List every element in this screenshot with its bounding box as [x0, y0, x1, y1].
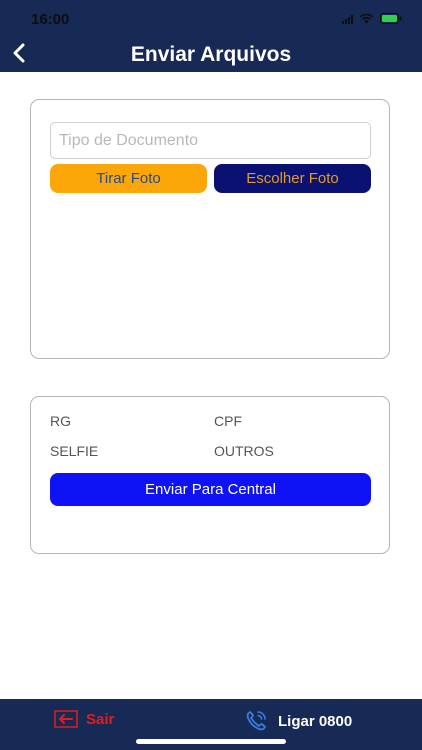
- page-title: Enviar Arquivos: [130, 43, 292, 66]
- doc-item-rg: RG: [50, 413, 71, 429]
- upload-card: Tirar Foto Escolher Foto: [30, 99, 390, 359]
- send-to-central-button[interactable]: Enviar Para Central: [50, 473, 371, 506]
- doc-item-cpf: CPF: [214, 413, 242, 429]
- app-header: 16:00 Enviar Arquivos: [0, 0, 422, 72]
- logout-arrow-icon: [54, 710, 78, 728]
- call-label: Ligar 0800: [278, 712, 353, 730]
- wifi-icon: [359, 13, 374, 24]
- take-photo-button[interactable]: Tirar Foto: [50, 164, 207, 193]
- status-icons: [342, 13, 402, 24]
- logout-label: Sair: [86, 710, 115, 728]
- logout-button[interactable]: Sair: [54, 710, 114, 728]
- choose-photo-button[interactable]: Escolher Foto: [214, 164, 371, 193]
- documents-card: RG CPF SELFIE OUTROS Enviar Para Central: [30, 396, 390, 554]
- phone-icon: [246, 711, 266, 731]
- call-0800-button[interactable]: Ligar 0800: [244, 709, 352, 733]
- status-time: 16:00: [31, 11, 70, 28]
- doc-item-outros: OUTROS: [214, 443, 274, 459]
- document-type-input[interactable]: [50, 122, 371, 159]
- signal-icon: [342, 14, 353, 24]
- home-indicator: [136, 739, 286, 744]
- battery-icon: [380, 13, 402, 24]
- doc-item-selfie: SELFIE: [50, 443, 99, 459]
